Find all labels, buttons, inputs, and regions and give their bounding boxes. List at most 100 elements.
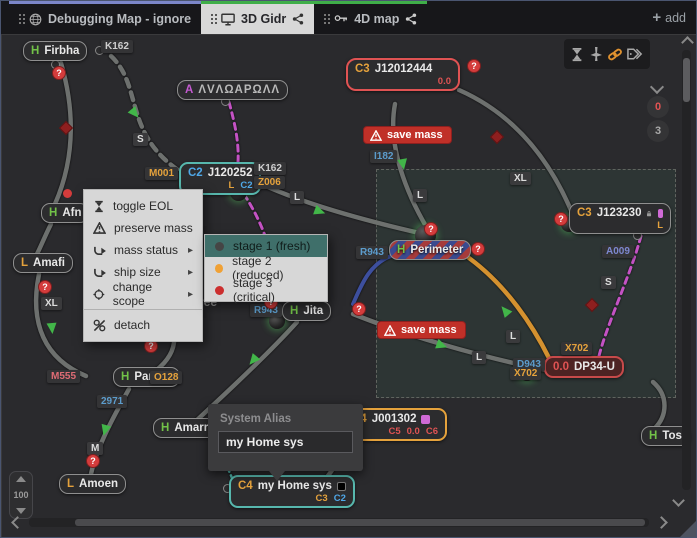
ship-filter-icon[interactable] <box>588 47 604 61</box>
security-class: H <box>290 304 298 318</box>
zoom-level: 100 <box>13 490 28 500</box>
system-name: Perimeter <box>410 243 463 257</box>
warning-icon <box>370 130 382 141</box>
static-tag: C3 <box>316 494 328 504</box>
system-node-home[interactable]: C4my Home sys C3C2 <box>229 475 355 508</box>
security-class: H <box>31 44 39 58</box>
system-node-amafi[interactable]: L Amafi <box>13 253 73 273</box>
hourglass-icon <box>93 200 105 213</box>
signature-label: O128 <box>150 371 182 384</box>
wormhole-class: C2 <box>188 166 203 180</box>
map-toolbar <box>564 39 650 69</box>
security-class: H <box>121 370 129 384</box>
security-class: H <box>649 429 657 443</box>
system-node-j123230[interactable]: C3J123230 L <box>569 203 671 234</box>
alert-count-badge[interactable]: 0 <box>647 96 669 118</box>
size-label: XL <box>41 297 62 310</box>
question-mark-badge: ? <box>554 212 568 226</box>
size-label: S <box>601 276 616 289</box>
tab-3d-gidr[interactable]: 3D Gidr <box>201 1 314 34</box>
system-node-amoen[interactable]: L Amoen <box>59 474 126 494</box>
link-filter-icon[interactable] <box>607 47 623 62</box>
question-mark-badge: ? <box>86 454 100 468</box>
system-name: J12012444 <box>375 62 433 76</box>
share-icon[interactable] <box>405 13 417 25</box>
question-mark-badge: ? <box>467 59 481 73</box>
share-icon[interactable] <box>292 13 304 25</box>
drag-grip-icon[interactable] <box>324 14 326 16</box>
size-label: L <box>472 351 486 364</box>
stage3-dot-icon <box>215 286 224 295</box>
signature-label: Z006 <box>254 176 285 189</box>
warning-icon <box>93 222 106 234</box>
dialog-pointer <box>269 471 285 481</box>
static-tag: C2 <box>334 494 346 504</box>
size-label: XL <box>510 172 531 185</box>
horizontal-scrollbar[interactable] <box>29 518 649 527</box>
system-name: Amoen <box>79 477 118 491</box>
warning-icon <box>384 325 396 336</box>
system-node-dp34u[interactable]: 0.0DP34-U <box>544 356 624 378</box>
vertical-scrollbar-thumb[interactable] <box>683 58 690 102</box>
question-mark-badge: ? <box>352 302 366 316</box>
security-class: L <box>21 256 28 270</box>
tab-label: 3D Gidr <box>241 12 286 26</box>
signature-label: 2971 <box>97 395 127 408</box>
size-label: S <box>133 133 148 146</box>
add-map-button[interactable]: + add <box>652 1 686 34</box>
route-arrow-icon <box>47 323 58 335</box>
size-label: L <box>290 191 304 204</box>
submenu-item-stage3[interactable]: stage 3 (critical) <box>205 279 327 301</box>
system-name: my Home sys <box>258 479 332 493</box>
dialog-title: System Alias <box>208 404 363 431</box>
tab-label: 4D map <box>354 12 399 26</box>
system-name: Tos <box>662 429 682 443</box>
wormhole-class: C3 <box>355 62 370 76</box>
plus-icon: + <box>652 9 661 26</box>
signature-label: X702 <box>561 342 592 355</box>
hourglass-filter-icon[interactable] <box>570 47 584 62</box>
alias-input[interactable] <box>218 431 353 453</box>
system-node-perimeter[interactable]: HPerimeter <box>389 240 471 260</box>
size-label: M <box>87 442 103 455</box>
menu-item-label: mass status <box>114 243 178 257</box>
system-name: Amafi <box>33 256 65 270</box>
question-mark-badge: ? <box>471 242 485 256</box>
horizontal-scrollbar-thumb[interactable] <box>75 519 645 526</box>
drag-grip-icon[interactable] <box>211 14 213 16</box>
map-canvas[interactable]: ? ? ? ? ? ? ? ? ? ? K162 K162 Z006 M001 … <box>1 34 697 538</box>
security-class: A <box>185 83 193 97</box>
signature-label: M555 <box>47 370 80 383</box>
static-tag: C5 <box>388 427 400 437</box>
zoom-out-button[interactable] <box>16 508 26 514</box>
system-node-glyph[interactable]: AΛVΛΩΑΡΩΛΛ <box>177 80 288 100</box>
system-node-firbha[interactable]: HFirbha <box>23 41 87 61</box>
system-node-jita[interactable]: H Jita <box>282 301 331 321</box>
signature-label: R943 <box>356 246 388 259</box>
resize-grip[interactable] <box>680 521 696 537</box>
system-node-j12012444[interactable]: C3J12012444 0.0 <box>346 58 460 91</box>
menu-item-detach[interactable]: detach <box>84 314 202 336</box>
menu-item-mass-status[interactable]: mass status ▸ <box>84 239 202 261</box>
route-arrow-icon <box>397 158 409 171</box>
unlink-icon <box>93 319 106 332</box>
vertical-scrollbar[interactable] <box>682 50 691 490</box>
signature-label: I182 <box>370 150 397 163</box>
drag-grip-icon[interactable] <box>19 14 21 16</box>
count-badge[interactable]: 3 <box>647 120 669 142</box>
security-class: H <box>161 421 169 435</box>
security-class: L <box>67 477 74 491</box>
eol-dot-icon <box>63 189 72 198</box>
menu-item-toggle-eol[interactable]: toggle EOL <box>84 195 202 217</box>
size-label: L <box>506 330 520 343</box>
menu-item-change-scope[interactable]: change scope ▸ <box>84 283 202 305</box>
tab-debugging-map[interactable]: Debugging Map - ignore <box>9 1 201 34</box>
save-mass-label: save mass <box>401 324 457 336</box>
mass-value: 0.0 <box>407 427 420 437</box>
system-name: Jita <box>303 304 323 318</box>
tags-filter-icon[interactable] <box>627 47 644 61</box>
tab-4d-map[interactable]: 4D map <box>314 1 427 34</box>
menu-item-preserve-mass[interactable]: preserve mass <box>84 217 202 239</box>
system-node-amarr[interactable]: HAmarr <box>153 418 216 438</box>
zoom-in-button[interactable] <box>16 476 26 482</box>
